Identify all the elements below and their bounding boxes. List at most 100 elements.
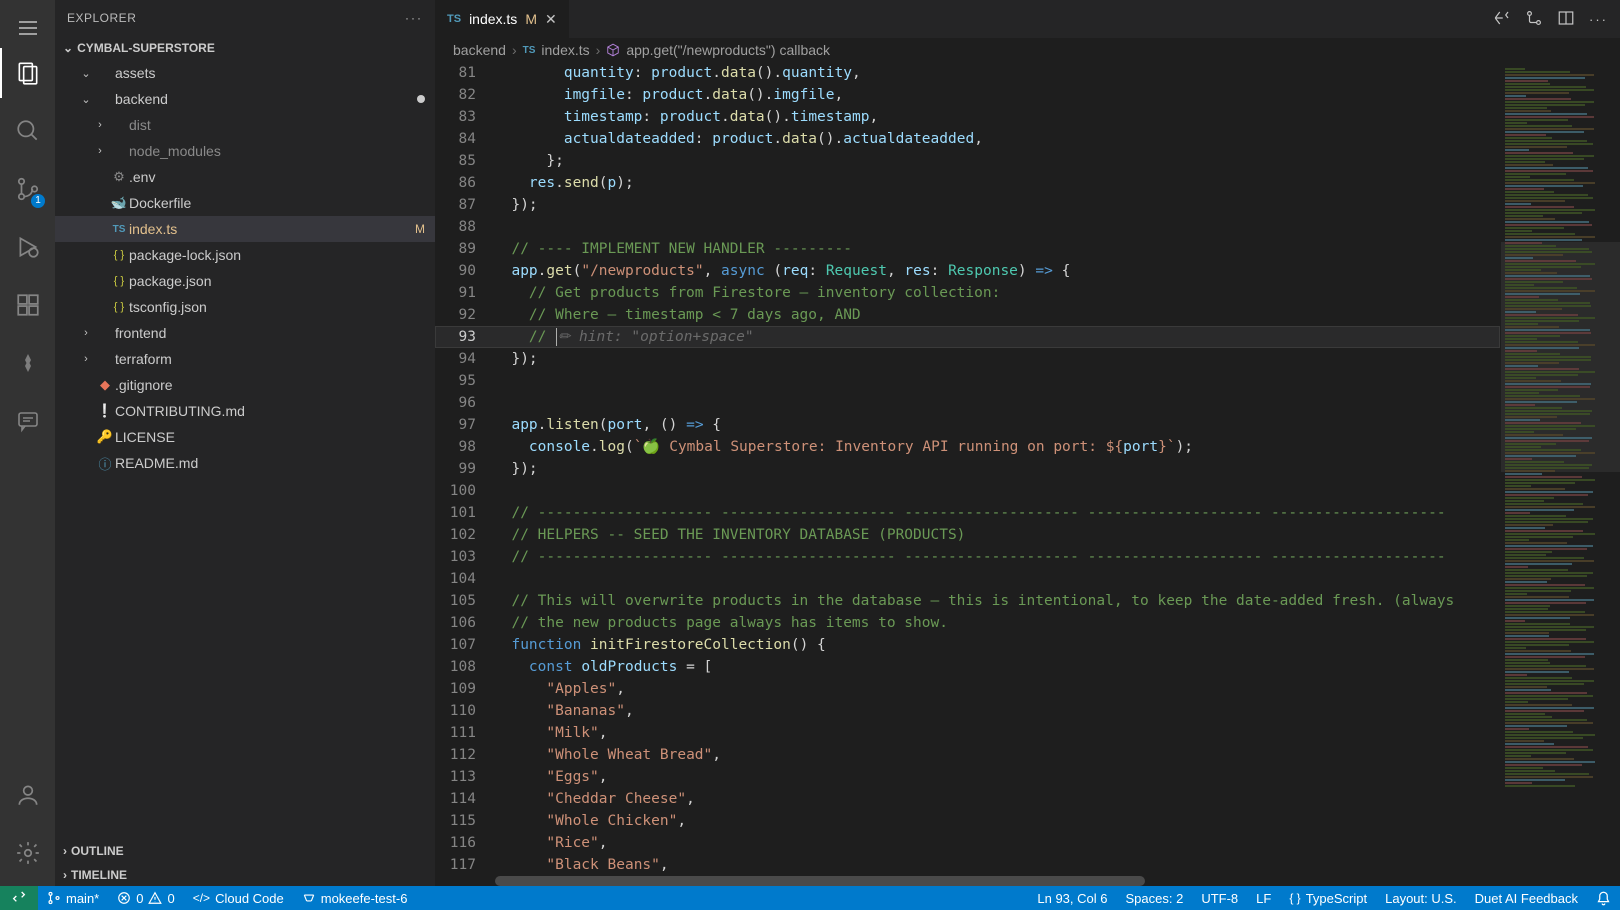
code-line[interactable]: 100 — [435, 480, 1500, 502]
code-line[interactable]: 81 quantity: product.data().quantity, — [435, 62, 1500, 84]
status-problems[interactable]: 0 0 — [108, 886, 183, 910]
settings-gear-icon[interactable] — [0, 828, 55, 878]
code-line[interactable]: 98 console.log(`🍏 Cymbal Superstore: Inv… — [435, 436, 1500, 458]
breadcrumb-separator: › — [596, 42, 601, 58]
folder-item[interactable]: ⌄assets — [55, 60, 435, 86]
code-line[interactable]: 106 // the new products page always has … — [435, 612, 1500, 634]
minimap[interactable] — [1500, 62, 1620, 876]
ts-icon: TS — [109, 224, 129, 235]
code-line[interactable]: 95 — [435, 370, 1500, 392]
code-area[interactable]: 81 quantity: product.data().quantity,82 … — [435, 62, 1500, 876]
file-item[interactable]: ◆.gitignore — [55, 372, 435, 398]
file-item[interactable]: TSindex.tsM — [55, 216, 435, 242]
status-encoding[interactable]: UTF-8 — [1192, 886, 1247, 910]
file-item[interactable]: { }package.json — [55, 268, 435, 294]
status-notifications-icon[interactable] — [1587, 886, 1620, 910]
tree-label: package.json — [129, 273, 425, 289]
code-line[interactable]: 89 // ---- IMPLEMENT NEW HANDLER -------… — [435, 238, 1500, 260]
code-line[interactable]: 96 — [435, 392, 1500, 414]
code-line[interactable]: 111 "Milk", — [435, 722, 1500, 744]
workspace-header[interactable]: ⌄ CYMBAL-SUPERSTORE — [55, 36, 435, 60]
folder-item[interactable]: ›terraform — [55, 346, 435, 372]
code-line[interactable]: 107 function initFirestoreCollection() { — [435, 634, 1500, 656]
remote-indicator[interactable] — [0, 886, 38, 910]
code-line[interactable]: 82 imgfile: product.data().imgfile, — [435, 84, 1500, 106]
file-item[interactable]: ⚙.env — [55, 164, 435, 190]
folder-item[interactable]: ›node_modules — [55, 138, 435, 164]
explorer-icon[interactable] — [0, 48, 55, 98]
extensions-icon[interactable] — [0, 280, 55, 330]
code-line[interactable]: 93 // ✏︎ hint: "option+space" — [435, 326, 1500, 348]
compare-changes-icon[interactable] — [1493, 9, 1511, 30]
cloud-code-icon[interactable] — [0, 338, 55, 388]
code-line[interactable]: 103 // -------------------- ------------… — [435, 546, 1500, 568]
line-number: 109 — [435, 678, 490, 700]
status-layout[interactable]: Layout: U.S. — [1376, 886, 1466, 910]
code-content: }); — [490, 348, 1500, 370]
status-indent[interactable]: Spaces: 2 — [1116, 886, 1192, 910]
code-line[interactable]: 114 "Cheddar Cheese", — [435, 788, 1500, 810]
status-eol[interactable]: LF — [1247, 886, 1280, 910]
breadcrumb-segment[interactable]: TSindex.ts — [523, 42, 590, 58]
close-icon[interactable]: ✕ — [545, 11, 557, 28]
open-changes-icon[interactable] — [1525, 9, 1543, 30]
code-content — [490, 480, 1500, 502]
folder-item[interactable]: ›frontend — [55, 320, 435, 346]
code-line[interactable]: 88 — [435, 216, 1500, 238]
code-line[interactable]: 84 actualdateadded: product.data().actua… — [435, 128, 1500, 150]
horizontal-scrollbar[interactable] — [435, 876, 1620, 886]
status-cursor-pos[interactable]: Ln 93, Col 6 — [1028, 886, 1116, 910]
timeline-header[interactable]: › TIMELINE — [55, 862, 435, 886]
editor-more-icon[interactable]: ··· — [1589, 12, 1608, 27]
code-line[interactable]: 92 // Where – timestamp < 7 days ago, AN… — [435, 304, 1500, 326]
breadcrumb-segment[interactable]: app.get("/newproducts") callback — [606, 42, 830, 58]
code-line[interactable]: 97 app.listen(port, () => { — [435, 414, 1500, 436]
code-line[interactable]: 105 // This will overwrite products in t… — [435, 590, 1500, 612]
status-k8s-context[interactable]: mokeefe-test-6 — [293, 886, 417, 910]
status-cloud-code[interactable]: </>Cloud Code — [184, 886, 293, 910]
breadcrumb-segment[interactable]: backend — [453, 42, 506, 58]
file-item[interactable]: 🐋Dockerfile — [55, 190, 435, 216]
code-line[interactable]: 101 // -------------------- ------------… — [435, 502, 1500, 524]
status-language[interactable]: { }TypeScript — [1280, 886, 1376, 910]
code-line[interactable]: 117 "Black Beans", — [435, 854, 1500, 876]
source-control-icon[interactable]: 1 — [0, 164, 55, 214]
run-debug-icon[interactable] — [0, 222, 55, 272]
code-line[interactable]: 115 "Whole Chicken", — [435, 810, 1500, 832]
chevron-right-icon: › — [91, 119, 109, 131]
search-icon[interactable] — [0, 106, 55, 156]
menu-icon[interactable] — [0, 8, 55, 48]
code-line[interactable]: 91 // Get products from Firestore – inve… — [435, 282, 1500, 304]
code-line[interactable]: 99 }); — [435, 458, 1500, 480]
code-line[interactable]: 113 "Eggs", — [435, 766, 1500, 788]
file-item[interactable]: 🔑LICENSE — [55, 424, 435, 450]
breadcrumbs[interactable]: backend›TSindex.ts›app.get("/newproducts… — [435, 38, 1620, 62]
code-line[interactable]: 116 "Rice", — [435, 832, 1500, 854]
duet-chat-icon[interactable] — [0, 396, 55, 446]
status-branch[interactable]: main* — [38, 886, 108, 910]
code-line[interactable]: 90 app.get("/newproducts", async (req: R… — [435, 260, 1500, 282]
code-line[interactable]: 104 — [435, 568, 1500, 590]
code-line[interactable]: 109 "Apples", — [435, 678, 1500, 700]
code-line[interactable]: 83 timestamp: product.data().timestamp, — [435, 106, 1500, 128]
folder-item[interactable]: ›dist — [55, 112, 435, 138]
code-line[interactable]: 108 const oldProducts = [ — [435, 656, 1500, 678]
code-line[interactable]: 112 "Whole Wheat Bread", — [435, 744, 1500, 766]
code-line[interactable]: 86 res.send(p); — [435, 172, 1500, 194]
tab-index-ts[interactable]: TS index.ts M ✕ — [435, 0, 570, 38]
file-item[interactable]: { }package-lock.json — [55, 242, 435, 268]
split-editor-icon[interactable] — [1557, 9, 1575, 30]
status-feedback[interactable]: Duet AI Feedback — [1466, 886, 1587, 910]
code-line[interactable]: 85 }; — [435, 150, 1500, 172]
code-line[interactable]: 87 }); — [435, 194, 1500, 216]
outline-header[interactable]: › OUTLINE — [55, 838, 435, 862]
file-item[interactable]: ⓘREADME.md — [55, 450, 435, 476]
code-line[interactable]: 110 "Bananas", — [435, 700, 1500, 722]
explorer-more-icon[interactable]: ··· — [405, 11, 423, 25]
accounts-icon[interactable] — [0, 770, 55, 820]
folder-item[interactable]: ⌄backend — [55, 86, 435, 112]
file-item[interactable]: ❕CONTRIBUTING.md — [55, 398, 435, 424]
code-line[interactable]: 94 }); — [435, 348, 1500, 370]
code-line[interactable]: 102 // HELPERS -- SEED THE INVENTORY DAT… — [435, 524, 1500, 546]
file-item[interactable]: { }tsconfig.json — [55, 294, 435, 320]
